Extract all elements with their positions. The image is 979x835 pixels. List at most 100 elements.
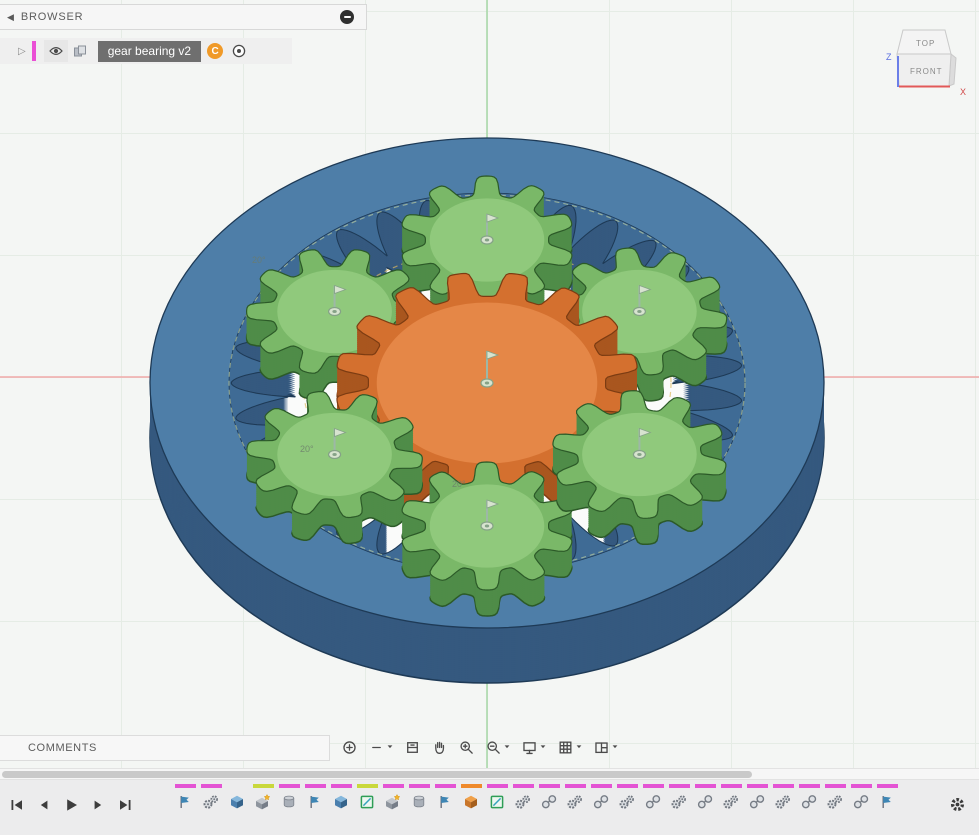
- flag-feature-icon: [436, 793, 454, 811]
- view-cube[interactable]: TOP FRONT Z X: [878, 16, 978, 106]
- joint-feature-icon: [644, 793, 662, 811]
- activate-component-icon[interactable]: [227, 40, 251, 62]
- joint-feature-icon: [800, 793, 818, 811]
- timeline-item-4[interactable]: [250, 784, 276, 812]
- timeline-group-tag: [565, 784, 586, 788]
- timeline-item-21[interactable]: [692, 784, 718, 812]
- timeline-item-26[interactable]: [822, 784, 848, 812]
- timeline-item-22[interactable]: [718, 784, 744, 812]
- sketch-feature-icon: [358, 793, 376, 811]
- timeline-group-tag: [409, 784, 430, 788]
- viewport-canvas[interactable]: 20°20°20° ◀ BROWSER ▷ gear bearing v2 C: [0, 0, 979, 768]
- scrollbar-thumb[interactable]: [2, 771, 752, 778]
- timeline-item-24[interactable]: [770, 784, 796, 812]
- timeline-item-7[interactable]: [328, 784, 354, 812]
- joint-feature-icon: [696, 793, 714, 811]
- timeline-group-tag: [357, 784, 378, 788]
- timeline-settings-button[interactable]: [945, 792, 969, 816]
- timeline-item-9[interactable]: [380, 784, 406, 812]
- timeline-item-28[interactable]: [874, 784, 900, 812]
- timeline-item-18[interactable]: [614, 784, 640, 812]
- gearpair-feature-icon: [722, 793, 740, 811]
- skip-to-end-button[interactable]: [114, 794, 136, 816]
- component-name[interactable]: gear bearing v2: [98, 41, 201, 62]
- viewcube-front-label: FRONT: [910, 67, 943, 76]
- expand-arrow-icon[interactable]: ▷: [0, 46, 32, 57]
- cyl-feature-icon: [280, 793, 298, 811]
- zoom-out-button[interactable]: [365, 737, 397, 758]
- gearpair-feature-icon: [618, 793, 636, 811]
- component-icon: [68, 40, 92, 62]
- step-forward-button[interactable]: [87, 794, 109, 816]
- timeline-item-5[interactable]: [276, 784, 302, 812]
- z-axis-label: Z: [886, 52, 892, 62]
- minimize-browser-button[interactable]: [340, 10, 354, 24]
- timeline-item-14[interactable]: [510, 784, 536, 812]
- timeline-item-12[interactable]: [458, 784, 484, 812]
- comments-panel[interactable]: COMMENTS: [0, 735, 330, 761]
- timeline-group-tag: [799, 784, 820, 788]
- minus-icon: [368, 739, 385, 756]
- viewcube-top-label: TOP: [916, 39, 935, 48]
- timeline-group-tag: [227, 784, 248, 788]
- gearpair-feature-icon: [826, 793, 844, 811]
- timeline-item-8[interactable]: [354, 784, 380, 812]
- timeline-group-tag: [383, 784, 404, 788]
- timeline-playback-controls: [6, 794, 136, 816]
- browser-header[interactable]: ◀ BROWSER: [0, 4, 367, 30]
- timeline-group-tag: [487, 784, 508, 788]
- timeline-group-tag: [435, 784, 456, 788]
- timeline-features: [172, 784, 900, 812]
- timeline-item-20[interactable]: [666, 784, 692, 812]
- zoom-button[interactable]: [482, 737, 514, 758]
- timeline-item-13[interactable]: [484, 784, 510, 812]
- timeline-item-17[interactable]: [588, 784, 614, 812]
- browser-panel: ◀ BROWSER ▷ gear bearing v2 C: [0, 4, 367, 64]
- collapse-panel-icon[interactable]: ◀: [0, 12, 21, 23]
- timeline-group-tag: [305, 784, 326, 788]
- timeline-group-tag: [175, 784, 196, 788]
- look-at-button[interactable]: [401, 737, 424, 758]
- viewports-button[interactable]: [590, 737, 622, 758]
- browser-root-item[interactable]: ▷ gear bearing v2 C: [0, 38, 292, 64]
- horizontal-scrollbar[interactable]: [0, 768, 979, 780]
- timeline-item-10[interactable]: [406, 784, 432, 812]
- timeline-item-6[interactable]: [302, 784, 328, 812]
- box-feature-icon: [332, 793, 350, 811]
- gear-bearing-model[interactable]: 20°20°20°: [0, 0, 979, 768]
- visibility-eye-icon[interactable]: [44, 40, 68, 62]
- timeline-group-tag: [773, 784, 794, 788]
- timeline-item-25[interactable]: [796, 784, 822, 812]
- timeline-item-16[interactable]: [562, 784, 588, 812]
- zoom-in-button[interactable]: [338, 737, 361, 758]
- minus-icon: [344, 16, 351, 18]
- step-back-button[interactable]: [33, 794, 55, 816]
- joint-feature-icon: [748, 793, 766, 811]
- timeline-item-3[interactable]: [224, 784, 250, 812]
- timeline-item-15[interactable]: [536, 784, 562, 812]
- timeline-group-tag: [331, 784, 352, 788]
- timeline-item-1[interactable]: [172, 784, 198, 812]
- boxstar-feature-icon: [254, 793, 272, 811]
- timeline-item-2[interactable]: [198, 784, 224, 812]
- timeline-item-19[interactable]: [640, 784, 666, 812]
- display-settings-button[interactable]: [518, 737, 550, 758]
- timeline-item-27[interactable]: [848, 784, 874, 812]
- play-button[interactable]: [60, 794, 82, 816]
- grid-and-snaps-button[interactable]: [554, 737, 586, 758]
- timeline-item-11[interactable]: [432, 784, 458, 812]
- skip-to-start-button[interactable]: [6, 794, 28, 816]
- gearpair-feature-icon: [202, 793, 220, 811]
- zoom-window-button[interactable]: [455, 737, 478, 758]
- fusion-window: 20°20°20° ◀ BROWSER ▷ gear bearing v2 C: [0, 0, 979, 835]
- monitor-icon: [521, 739, 538, 756]
- timeline-item-23[interactable]: [744, 784, 770, 812]
- timeline-group-tag: [643, 784, 664, 788]
- timeline-group-tag: [669, 784, 690, 788]
- context-badge[interactable]: C: [207, 43, 223, 59]
- play-icon: [63, 797, 79, 813]
- grid-icon: [557, 739, 574, 756]
- magnifier-window-icon: [458, 739, 475, 756]
- timeline-bar: [0, 780, 979, 835]
- pan-button[interactable]: [428, 737, 451, 758]
